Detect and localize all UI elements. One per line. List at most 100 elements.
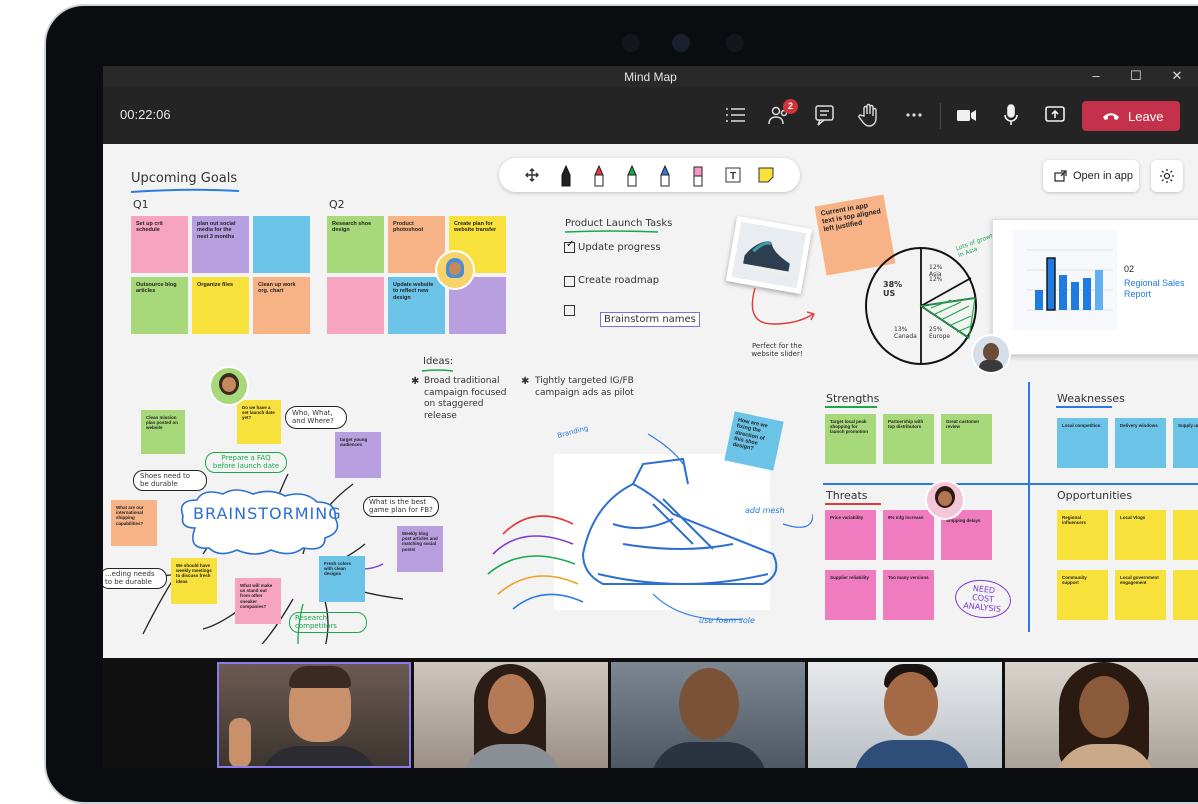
participant-video[interactable] [808,662,1002,768]
collaborator-avatar [209,366,249,406]
move-icon[interactable] [525,168,539,182]
pie-label: 38% US [883,280,903,298]
maximize-icon[interactable]: ☐ [1126,68,1146,84]
sticky-note[interactable]: Clean mission plan posted on website [141,410,185,454]
ideas-title: Ideas: [423,356,454,367]
sneaker-photo-icon [731,221,807,289]
goal-sticky-note[interactable]: Organize files [192,277,249,334]
goals-underline [130,188,240,193]
text-box-icon[interactable]: T [725,167,741,183]
goal-sticky-note[interactable]: Update website to reflect new design [388,277,445,334]
open-in-app-button[interactable]: Open in app [1043,160,1139,192]
participant-video-active[interactable] [217,662,411,768]
task-checkbox[interactable] [564,305,575,316]
mind-map-node[interactable]: Prepare a FAQ before launch date [205,452,287,474]
goal-sticky-note[interactable]: Outsource blog articles [131,277,188,334]
sticky-note[interactable]: Delivery windows [1115,418,1166,468]
sticky-note[interactable]: Local government engagement [1115,570,1166,620]
microphone-icon[interactable] [997,101,1025,129]
raise-hand-icon[interactable] [855,101,883,129]
collaborator-avatar [925,480,965,520]
close-icon[interactable]: ✕ [1167,68,1187,84]
participant-video[interactable] [1005,662,1198,768]
chat-icon[interactable] [811,101,839,129]
tasks-underline [564,230,659,233]
sticky-note[interactable]: 9% mfg increase [883,510,934,560]
task-item: Update progress [578,242,661,253]
sticky-note[interactable]: target young audiences [335,432,381,478]
sticky-note[interactable]: Price variability [825,510,876,560]
sticky-note-icon[interactable] [758,167,774,183]
whiteboard-canvas[interactable]: T Open in app Upcoming Goals Q1 Q2 Set u… [103,144,1198,658]
report-title: Regional Sales Report [1124,278,1185,299]
sticky-note[interactable]: Supply uncertain [1173,418,1198,468]
minimize-icon[interactable]: – [1086,68,1106,83]
sticky-note[interactable]: What will make us stand out from other s… [235,578,281,624]
gear-icon [1160,169,1174,183]
q1-label: Q1 [133,198,149,211]
task-text-input[interactable]: Brainstorm names [600,312,700,327]
green-pen-icon[interactable] [625,165,639,187]
sticky-note[interactable]: Great customer review [941,414,992,464]
report-number: 02 [1124,264,1135,274]
goal-sticky-note[interactable]: plan out social media for the next 3 mon… [192,216,249,273]
participant-hair [289,666,351,688]
sales-report-card[interactable]: 02 Regional Sales Report [992,219,1198,355]
sticky-note[interactable]: Supplier reliability [825,570,876,620]
sticky-note[interactable]: Community support [1057,570,1108,620]
weaknesses-underline [1056,406,1112,408]
mind-map-node[interactable]: Research competitors [289,612,367,634]
mind-map-node[interactable]: ...eding needs to be durable [103,568,167,590]
goal-sticky-note[interactable] [253,216,310,273]
participant-video[interactable] [611,662,805,768]
q2-label: Q2 [329,198,345,211]
participant-face [679,668,739,740]
collaborator-avatar [435,250,475,290]
meeting-toolbar: 00:22:06 2 Leave [103,87,1198,144]
sticky-note[interactable] [1173,510,1198,560]
shoe-photo-note: Perfect for the website slider! [751,342,803,358]
black-pen-icon[interactable] [559,165,573,187]
task-checkbox[interactable] [564,276,575,287]
sticky-note[interactable]: Regional influencers [1057,510,1108,560]
red-pen-icon[interactable] [592,165,606,187]
sticky-note[interactable]: Local competition [1057,418,1108,468]
camera-icon[interactable] [952,101,980,129]
sticky-note[interactable]: How are we fixing the direction of this … [724,411,784,471]
mind-map-node[interactable]: Who, What, and Where? [285,406,347,430]
mind-map-node[interactable]: Shoes need to be durable [133,470,207,492]
open-external-icon [1054,170,1067,182]
leave-button[interactable]: Leave [1082,101,1180,131]
highlighter-icon[interactable] [691,165,705,187]
goals-title: Upcoming Goals [131,171,238,186]
share-screen-icon[interactable] [1041,101,1069,129]
participant-shirt [651,742,767,768]
settings-button[interactable] [1151,160,1183,192]
list-icon[interactable] [721,101,749,129]
more-options-icon[interactable] [900,101,928,129]
sticky-note[interactable]: We should have weekly meetings to discus… [171,558,217,604]
goal-sticky-note[interactable]: Clean up work org. chart [253,277,310,334]
sticky-note[interactable]: Too many versions [883,570,934,620]
participant-face [488,674,534,734]
participant-video[interactable] [414,662,608,768]
bar-chart-thumbnail [1013,230,1117,330]
sticky-note[interactable]: Target local peak shopping for launch pr… [825,414,876,464]
sticky-note[interactable]: Weekly blog post articles and matching s… [397,526,443,572]
goal-sticky-note[interactable] [327,277,384,334]
mind-map-node[interactable]: What is the best game plan for FB? [363,496,439,518]
sticky-note[interactable]: Do we have a set launch date yet? [237,400,281,444]
sticky-note[interactable]: Partnership with top distributors [883,414,934,464]
threats-annotation: NEED COST ANALYSIS [953,577,1013,622]
goal-sticky-note[interactable]: Set up crit schedule [131,216,188,273]
sticky-note[interactable]: Fresh colors with clean designs [319,556,365,602]
pie-label: 13% Canada [894,326,917,340]
sticky-note[interactable]: Local Vlogs [1115,510,1166,560]
goal-sticky-note[interactable]: Research shoe design [327,216,384,273]
sticky-note[interactable] [1173,570,1198,620]
shoe-photo[interactable] [725,215,813,295]
participant-face [884,672,938,736]
task-checkbox-checked[interactable]: ✓ [564,239,575,253]
blue-pen-icon[interactable] [658,165,672,187]
sticky-note[interactable]: What are our international shipping capa… [111,500,157,546]
